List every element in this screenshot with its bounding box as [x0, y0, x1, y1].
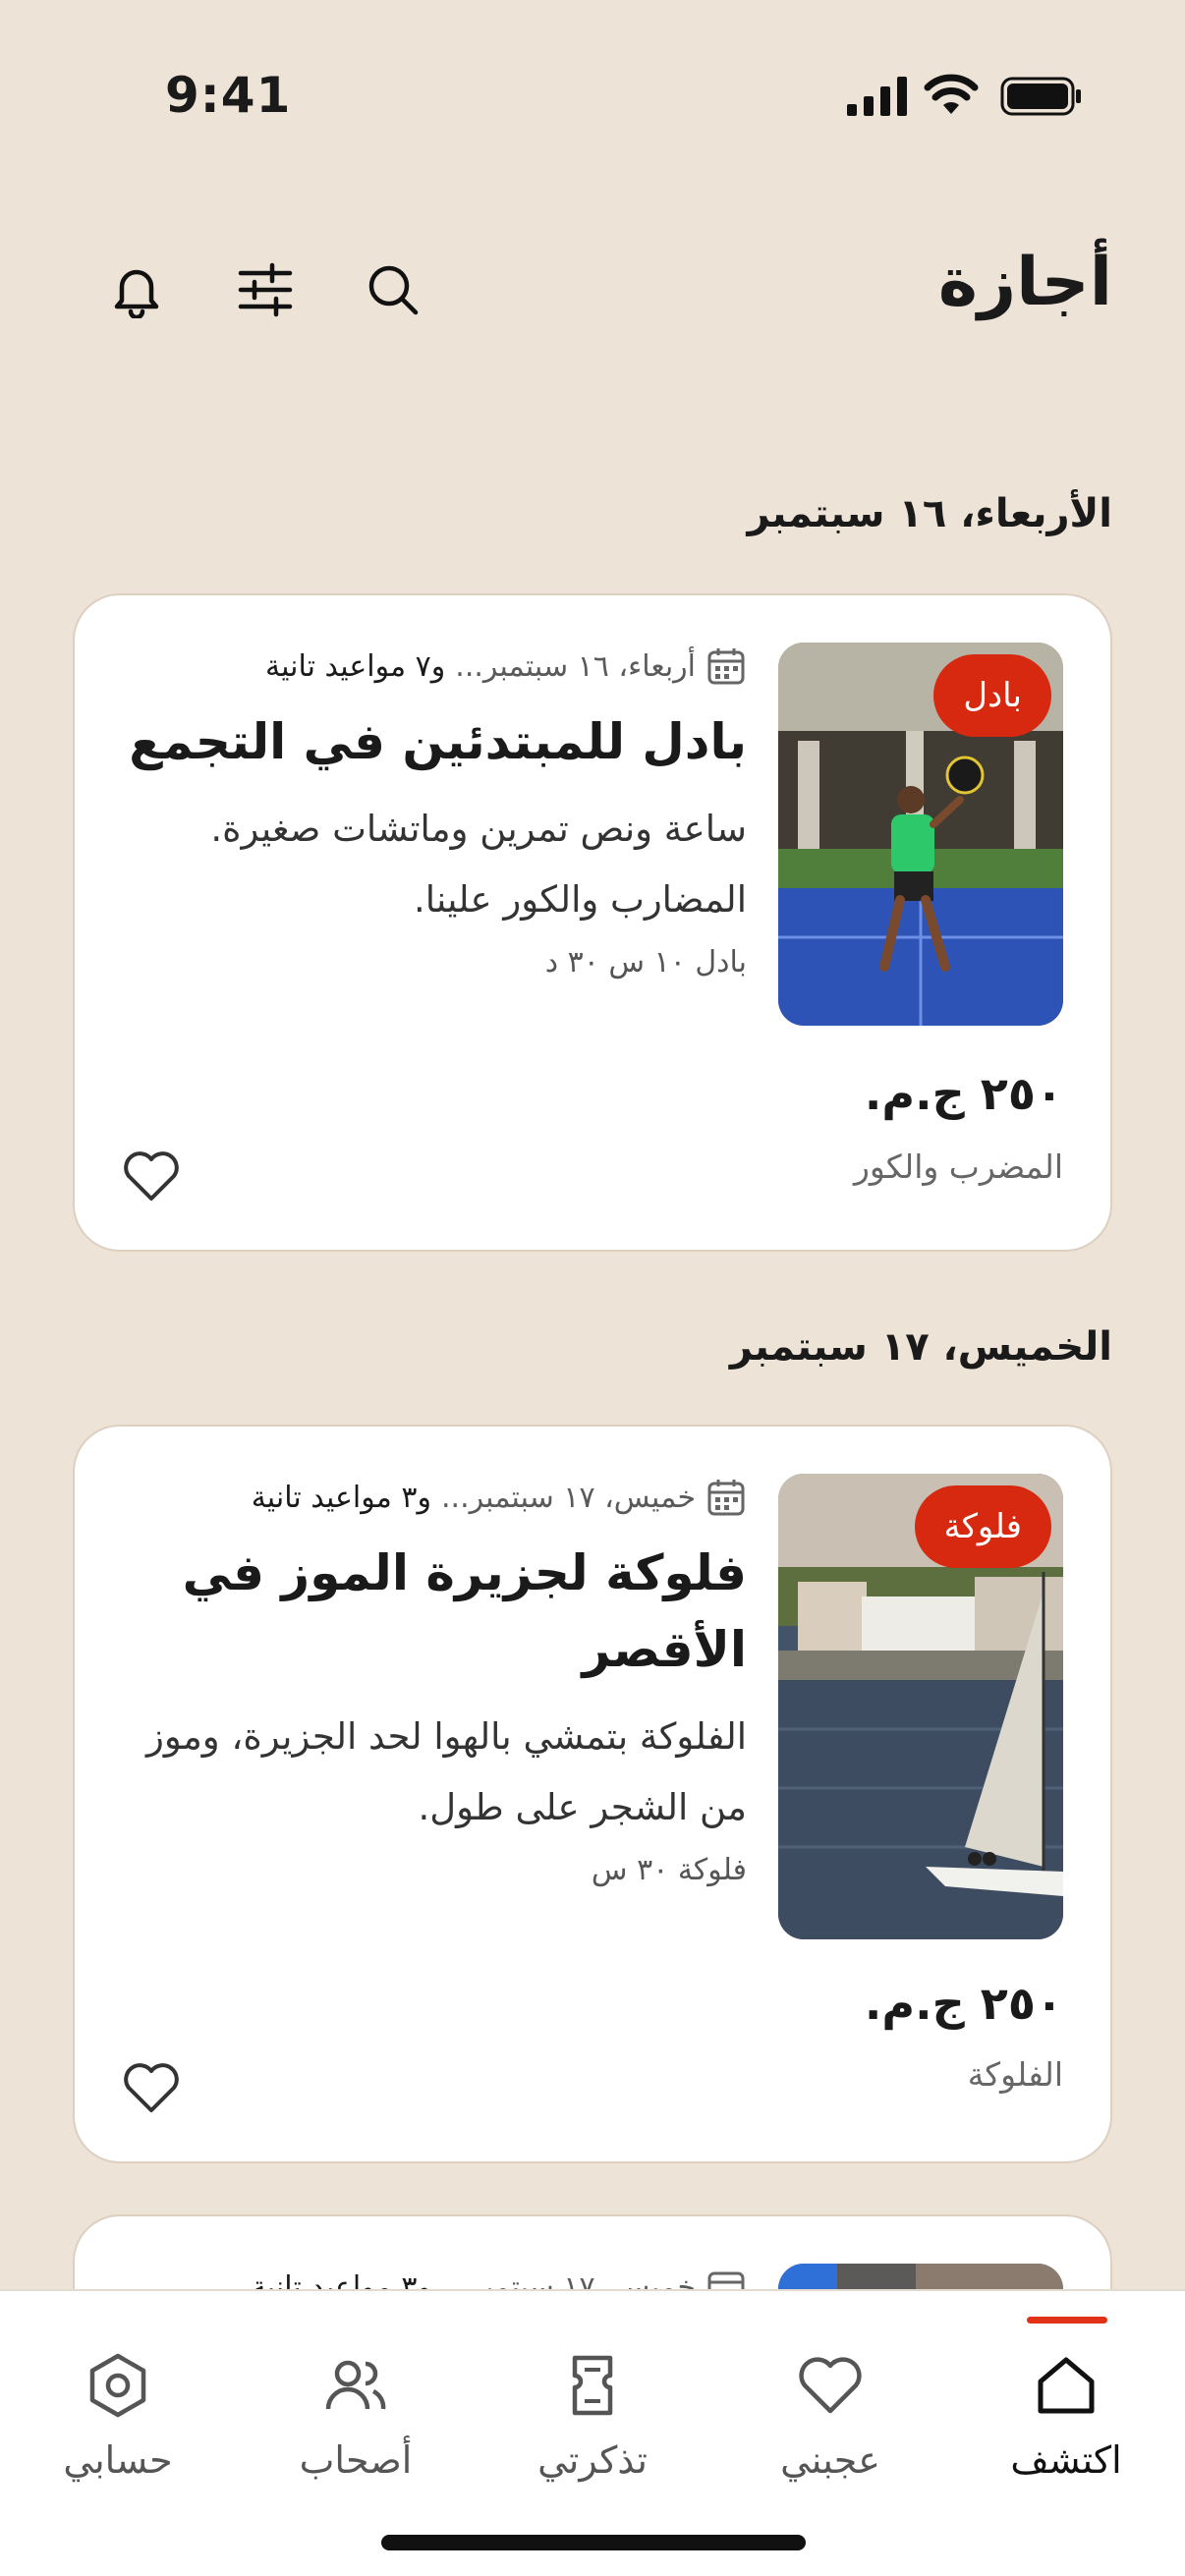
- event-image-felucca: فلوكة: [778, 1474, 1063, 1939]
- nav-label: أصحاب: [299, 2438, 413, 2482]
- nav-item-account[interactable]: حسابي: [20, 2291, 216, 2488]
- event-date: خميس، ١٧ سبتمبر...: [441, 1477, 747, 1518]
- wifi-icon: [924, 74, 979, 114]
- event-duration: بادل ١٠ س ٣٠ د: [544, 945, 747, 980]
- app-header: أجازة: [0, 226, 1185, 344]
- event-description: ساعة ونص تمرين وماتشات صغيرة. المضارب وا…: [210, 808, 747, 921]
- nav-item-favorites[interactable]: عجبني: [732, 2291, 929, 2488]
- event-date-text: خميس، ١٧ سبتمبر...: [441, 1480, 696, 1515]
- event-description: الفلوكة بتمشي بالهوا لحد الجزيرة، وموز م…: [145, 1715, 747, 1828]
- calendar-icon: [707, 648, 745, 685]
- users-icon: [325, 2360, 386, 2410]
- battery-icon: [1000, 77, 1081, 116]
- event-dates-row: أربعاء، ١٦ سبتمبر... و٧ مواعيد تانية: [122, 643, 747, 690]
- event-info: أربعاء، ١٦ سبتمبر... و٧ مواعيد تانية باد…: [122, 643, 747, 980]
- home-icon: [1038, 2357, 1095, 2414]
- nav-item-discover[interactable]: اكتشف: [968, 2291, 1164, 2488]
- bell-icon: [114, 269, 159, 318]
- event-price: ٢٥٠ ج.م.: [864, 1067, 1063, 1120]
- extra-dates-count: و٣ مواعيد تانية: [251, 1480, 431, 1515]
- notifications-button[interactable]: [102, 255, 171, 324]
- app-title: أجازة: [937, 244, 1112, 321]
- heart-icon: [124, 1151, 179, 1201]
- heart-icon: [124, 2063, 179, 2112]
- event-image-padel: بادل: [778, 643, 1063, 1026]
- sliders-icon: [238, 262, 293, 317]
- favorite-button[interactable]: [120, 2057, 183, 2120]
- nav-label: اكتشف: [1010, 2438, 1122, 2482]
- section-date-title: الأربعاء، ١٦ سبتمبر: [747, 491, 1113, 536]
- search-icon: [368, 265, 419, 315]
- nav-label: عجبني: [780, 2438, 880, 2482]
- event-title: بادل للمبتدئين في التجمع: [129, 713, 747, 770]
- category-tag: بادل: [933, 654, 1051, 737]
- settings-hexagon-icon: [89, 2353, 146, 2418]
- nav-item-tickets[interactable]: تذكرتي: [494, 2291, 691, 2488]
- event-includes: المضرب والكور: [853, 1148, 1063, 1186]
- event-date: أربعاء، ١٦ سبتمبر...: [455, 645, 747, 687]
- event-price: ٢٥٠ ج.م.: [864, 1977, 1063, 2030]
- event-dates-row: خميس، ١٧ سبتمبر... و٣ مواعيد تانية: [122, 1474, 747, 1521]
- event-includes: الفلوكة: [967, 2055, 1063, 2094]
- status-time: 9:41: [165, 67, 292, 124]
- calendar-icon: [707, 1480, 745, 1516]
- category-tag: فلوكة: [914, 1485, 1051, 1568]
- heart-icon: [799, 2357, 862, 2414]
- nav-label: تذكرتي: [537, 2438, 648, 2482]
- search-button[interactable]: [359, 255, 427, 324]
- extra-dates-count: و٧ مواعيد تانية: [265, 648, 446, 684]
- nav-item-friends[interactable]: أصحاب: [257, 2291, 454, 2488]
- cellular-signal-icon: [847, 77, 907, 116]
- event-title: فلوكة لجزيرة الموز في الأقصر: [182, 1544, 747, 1678]
- section-date-title: الخميس، ١٧ سبتمبر: [729, 1324, 1112, 1370]
- status-bar: 9:41: [0, 0, 1185, 187]
- ticket-icon: [572, 2355, 613, 2416]
- favorite-button[interactable]: [120, 1146, 183, 1208]
- nav-label: حسابي: [63, 2438, 173, 2482]
- event-date-text: أربعاء، ١٦ سبتمبر...: [455, 648, 696, 684]
- event-card-padel[interactable]: بادل أربعاء، ١٦ سبتمبر... و٧ مواعيد تاني…: [73, 593, 1112, 1252]
- home-indicator: [381, 2535, 806, 2550]
- filter-button[interactable]: [231, 255, 300, 324]
- event-duration: فلوكة ٣٠ س: [591, 1853, 747, 1887]
- event-card-felucca[interactable]: فلوكة خميس، ١٧ سبتمبر... و٣ مواعيد تانية…: [73, 1425, 1112, 2163]
- bottom-navigation: اكتشف عجبني تذكرتي أصحاب حسابي: [0, 2289, 1185, 2576]
- event-info: خميس، ١٧ سبتمبر... و٣ مواعيد تانية فلوكة…: [122, 1474, 747, 1887]
